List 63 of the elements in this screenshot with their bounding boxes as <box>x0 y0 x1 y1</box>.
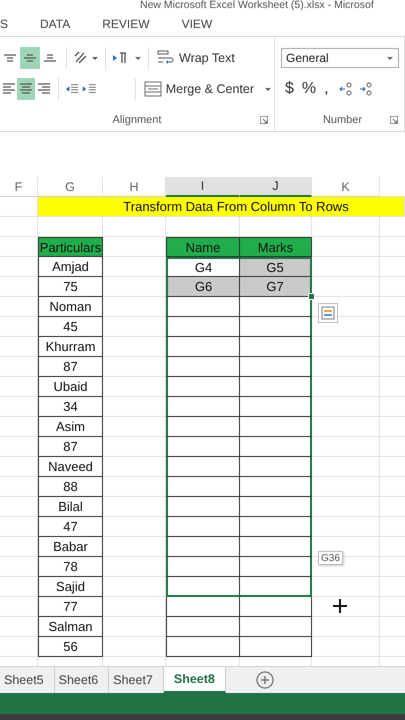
fill-tooltip: G36 <box>318 551 343 565</box>
number-format-dropdown[interactable]: General <box>281 48 399 68</box>
window-title: New Microsoft Excel Worksheet (5).xlsx - Microsof <box>139 0 375 12</box>
number-format-button[interactable]: $ <box>281 80 298 98</box>
table-header-cell: Name <box>166 237 240 257</box>
paragraph-direction-icon[interactable] <box>112 50 142 66</box>
column-header[interactable]: J <box>240 177 312 197</box>
ribbon-tab[interactable]: S <box>0 17 24 31</box>
group-label: Alignment <box>112 114 162 126</box>
table-cell: Amjad <box>38 257 103 277</box>
wrap-text-button[interactable]: Wrap Text <box>155 50 237 66</box>
table-cell: G6 <box>166 277 240 297</box>
sheet-tab[interactable]: Sheet8 <box>164 667 226 693</box>
ribbon-tab[interactable]: DATA <box>24 17 86 31</box>
table-cell: 77 <box>38 597 103 617</box>
number-format-button[interactable]: % <box>298 80 320 98</box>
horizontal-align-button[interactable] <box>17 78 35 100</box>
table-cell: Ubaid <box>38 377 103 397</box>
table-cell: Salman <box>38 617 103 637</box>
fill-handle[interactable] <box>308 293 315 300</box>
table-cell: 45 <box>38 317 103 337</box>
wrap-text-icon <box>157 50 175 66</box>
dropdown-value: General <box>286 50 329 64</box>
table-cell: 34 <box>38 397 103 417</box>
dialog-launcher-icon[interactable] <box>390 116 398 124</box>
align-bottom-icon <box>43 54 57 62</box>
add-icon <box>256 671 274 689</box>
table-cell: Sajid <box>38 577 103 597</box>
table-cell: G7 <box>240 277 312 297</box>
table-cell: 87 <box>38 437 103 457</box>
ribbon-tab[interactable]: VIEW <box>166 17 228 31</box>
ribbon-tab[interactable]: REVIEW <box>86 17 166 31</box>
table-cell: Babar <box>38 537 103 557</box>
title-cell: Transform Data From Column To Rows <box>38 197 405 217</box>
align-middle-icon <box>23 54 37 62</box>
table-cell: G5 <box>240 257 312 277</box>
table-cell: Asim <box>38 417 103 437</box>
align-left-icon <box>2 83 16 94</box>
orientation-icon[interactable] <box>73 50 99 66</box>
table-cell: Noman <box>38 297 103 317</box>
column-header[interactable]: I <box>166 177 240 197</box>
table-cell: Particulars <box>38 237 103 257</box>
table-cell: 75 <box>38 277 103 297</box>
table-cell: Naveed <box>38 457 103 477</box>
crosshair-cursor-icon <box>333 599 347 613</box>
align-top-icon <box>3 54 17 62</box>
table-header-cell: Marks <box>240 237 312 257</box>
vertical-align-button[interactable] <box>20 46 40 68</box>
dialog-launcher-icon[interactable] <box>260 116 268 124</box>
table-cell: 78 <box>38 557 103 577</box>
table-cell: Khurram <box>38 337 103 357</box>
quick-analysis-icon[interactable] <box>318 303 338 323</box>
align-right-icon <box>36 83 51 94</box>
table-cell: 87 <box>38 357 103 377</box>
merge-center-button[interactable]: Merge & Center <box>142 80 274 96</box>
table-cell: Bilal <box>38 497 103 517</box>
align-center-icon <box>19 83 34 94</box>
merge-cells-icon <box>144 80 162 96</box>
number-format-button[interactable]: , <box>320 80 333 98</box>
table-cell: 56 <box>38 637 103 657</box>
table-cell: 47 <box>38 517 103 537</box>
table-cell: 88 <box>38 477 103 497</box>
group-label: Number <box>322 114 362 126</box>
